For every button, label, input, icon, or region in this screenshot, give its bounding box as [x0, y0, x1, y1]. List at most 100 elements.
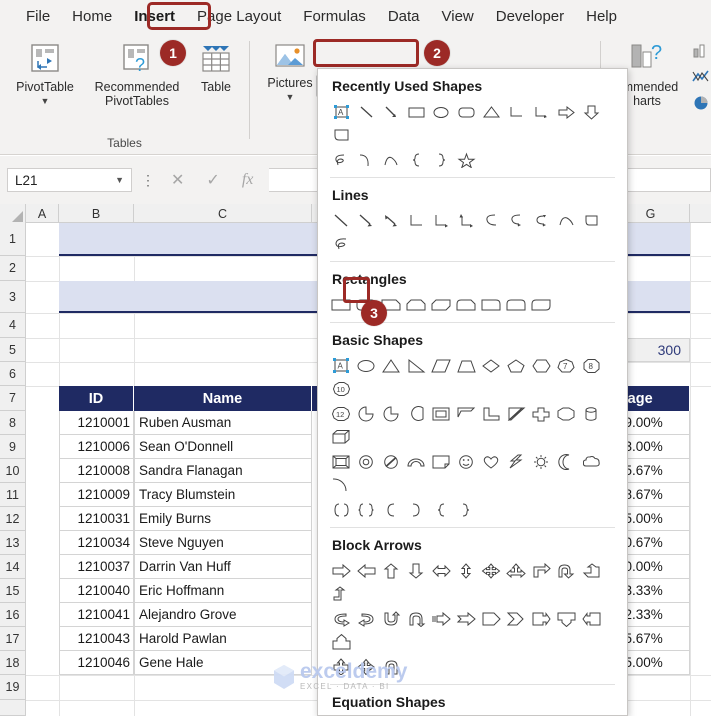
- formula-bar-expand-dots[interactable]: ⋮: [141, 172, 156, 189]
- shape-arrow-bent[interactable]: [529, 559, 554, 582]
- shape-oval[interactable]: [429, 100, 454, 123]
- shape-parallelogram[interactable]: [429, 354, 454, 377]
- shape-isosceles-triangle[interactable]: [379, 354, 404, 377]
- shape-textbox[interactable]: A: [329, 354, 354, 377]
- shape-arrow-u-turn[interactable]: [554, 559, 579, 582]
- shape-elbow-double-arrow-connector[interactable]: [454, 209, 479, 232]
- shape-freeform[interactable]: [579, 209, 604, 232]
- shape-curved-arrow-connector[interactable]: [504, 209, 529, 232]
- shape-arrow-up[interactable]: [379, 559, 404, 582]
- shape-left-bracket[interactable]: [379, 498, 404, 521]
- tab-help[interactable]: Help: [577, 5, 626, 28]
- name-box-chevron-icon[interactable]: ▼: [115, 175, 124, 185]
- cell-id[interactable]: 1210041: [59, 603, 134, 627]
- shapes-dropdown-menu[interactable]: Recently Used Shapes A Lines Rectangles …: [317, 68, 628, 716]
- shape-right-triangle[interactable]: [404, 354, 429, 377]
- cancel-icon[interactable]: ✕: [171, 170, 184, 190]
- shape-right-arrow[interactable]: [554, 100, 579, 123]
- shape-heart[interactable]: [479, 450, 504, 473]
- cell-id[interactable]: 1210037: [59, 555, 134, 579]
- cell-id[interactable]: 1210006: [59, 435, 134, 459]
- shape-right-arrow-callout[interactable]: [529, 607, 554, 630]
- pie-chart-icon[interactable]: [692, 95, 710, 116]
- shape-round-single-corner-rectangle[interactable]: [479, 293, 504, 316]
- shape-line[interactable]: [354, 100, 379, 123]
- cell-name[interactable]: Alejandro Grove: [134, 603, 312, 627]
- shape-decagon[interactable]: 10: [329, 377, 354, 400]
- tab-data[interactable]: Data: [379, 5, 429, 28]
- shape-curve-1[interactable]: [354, 148, 379, 171]
- shape-trapezoid[interactable]: [454, 354, 479, 377]
- shape-chevron[interactable]: [504, 607, 529, 630]
- shape-quad-arrow-callout[interactable]: [354, 655, 379, 678]
- shape-oval[interactable]: [354, 354, 379, 377]
- shape-half-frame[interactable]: [454, 402, 479, 425]
- shape-block-arc[interactable]: [404, 450, 429, 473]
- shape-double-bracket[interactable]: [329, 498, 354, 521]
- cell-id[interactable]: 1210008: [59, 459, 134, 483]
- row-header-1[interactable]: 1: [0, 223, 26, 256]
- shape-star-5-point[interactable]: [454, 148, 479, 171]
- cell-name[interactable]: Gene Hale: [134, 651, 312, 675]
- shape-folded-corner[interactable]: [429, 450, 454, 473]
- shape-snip-and-round-corner-rectangle[interactable]: [454, 293, 479, 316]
- line-chart-icon[interactable]: [692, 69, 710, 90]
- cell-id[interactable]: 1210046: [59, 651, 134, 675]
- shape-line-arrow[interactable]: [354, 209, 379, 232]
- shape-rounded-rectangle[interactable]: [454, 100, 479, 123]
- row-header-15[interactable]: 15: [0, 579, 26, 603]
- column-header-b[interactable]: B: [59, 204, 134, 223]
- cell-id[interactable]: 1210031: [59, 507, 134, 531]
- row-header-14[interactable]: 14: [0, 555, 26, 579]
- shape-left-brace[interactable]: [429, 498, 454, 521]
- shape-frame[interactable]: [429, 402, 454, 425]
- shape-teardrop[interactable]: [379, 402, 404, 425]
- shape-pentagon-arrow[interactable]: [479, 607, 504, 630]
- shape-right-brace[interactable]: [429, 148, 454, 171]
- shape-up-arrow-callout[interactable]: [329, 630, 354, 653]
- shape-down-arrow[interactable]: [579, 100, 604, 123]
- row-header-12[interactable]: 12: [0, 507, 26, 531]
- shape-cube[interactable]: [329, 425, 354, 448]
- shape-moon[interactable]: [554, 450, 579, 473]
- shape-elbow-arrow-connector[interactable]: [429, 209, 454, 232]
- shape-arrow-curved-up[interactable]: [379, 607, 404, 630]
- shape-bevel[interactable]: [329, 450, 354, 473]
- shape-arrow-left-right[interactable]: [429, 559, 454, 582]
- column-header-partial[interactable]: [690, 204, 711, 223]
- shape-double-brace[interactable]: [354, 498, 379, 521]
- row-header-2[interactable]: 2: [0, 256, 26, 281]
- shape-pentagon[interactable]: [504, 354, 529, 377]
- shape-rectangle[interactable]: [404, 100, 429, 123]
- column-header-a[interactable]: A: [26, 204, 59, 223]
- shape-elbow-connector[interactable]: [404, 209, 429, 232]
- row-header-20[interactable]: [0, 700, 26, 716]
- shape-can[interactable]: [579, 402, 604, 425]
- cell-name[interactable]: Emily Burns: [134, 507, 312, 531]
- cell-name[interactable]: Ruben Ausman: [134, 411, 312, 435]
- shape-dodecagon[interactable]: 12: [329, 402, 354, 425]
- shape-arrow-curved-down[interactable]: [404, 607, 429, 630]
- check-icon[interactable]: ✓: [206, 170, 219, 190]
- shape-arrow-left-right-up[interactable]: [504, 559, 529, 582]
- shape-lightning-bolt[interactable]: [504, 450, 529, 473]
- shape-line-double-arrow[interactable]: [379, 209, 404, 232]
- row-header-18[interactable]: 18: [0, 651, 26, 675]
- cell-id[interactable]: 1210001: [59, 411, 134, 435]
- cell-id[interactable]: 1210040: [59, 579, 134, 603]
- shape-heptagon[interactable]: 7: [554, 354, 579, 377]
- shape-donut[interactable]: [354, 450, 379, 473]
- shape-no-symbol[interactable]: [379, 450, 404, 473]
- tab-view[interactable]: View: [433, 5, 483, 28]
- tab-insert[interactable]: Insert: [125, 5, 184, 28]
- shape-l-shape[interactable]: [479, 402, 504, 425]
- pivottable-chevron-icon[interactable]: ▼: [41, 94, 50, 108]
- cell-name[interactable]: Sean O'Donnell: [134, 435, 312, 459]
- row-header-6[interactable]: 6: [0, 362, 26, 386]
- cell-name[interactable]: Steve Nguyen: [134, 531, 312, 555]
- shape-right-brace[interactable]: [454, 498, 479, 521]
- shape-down-arrow-callout[interactable]: [554, 607, 579, 630]
- shape-arrow-up-down[interactable]: [454, 559, 479, 582]
- tab-developer[interactable]: Developer: [487, 5, 573, 28]
- shape-arrow-bent-2[interactable]: [329, 582, 354, 605]
